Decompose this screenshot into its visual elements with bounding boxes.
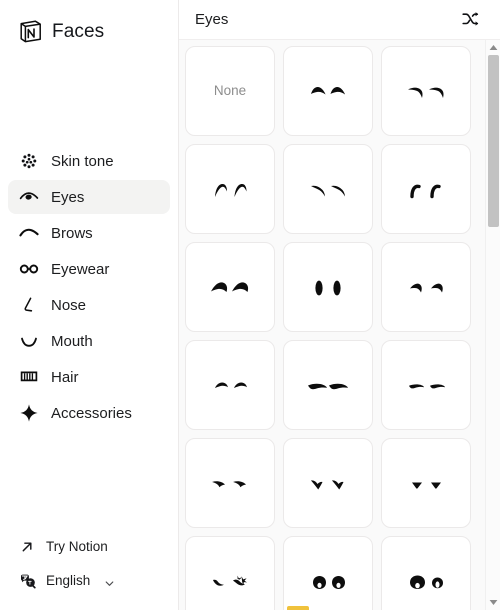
triangle-down-icon[interactable] [486, 595, 500, 610]
eye-icon [18, 186, 40, 208]
option-card-eyes-14[interactable] [381, 438, 471, 528]
sidebar-item-eyewear[interactable]: Eyewear [8, 252, 170, 286]
sidebar-item-label: Accessories [51, 404, 132, 422]
eyes-glyph [410, 184, 441, 199]
eyes-glyph [212, 481, 246, 488]
sidebar-item-label: Nose [51, 296, 87, 314]
option-label: None [213, 83, 247, 99]
language-label: English [46, 573, 91, 589]
triangle-up-icon[interactable] [486, 40, 500, 55]
options-grid: None [179, 40, 481, 610]
option-card-eyes-17[interactable] [381, 536, 471, 610]
vertical-scrollbar[interactable] [485, 40, 500, 610]
sidebar-footer: Try Notion English [0, 532, 178, 610]
option-card-eyes-11[interactable] [381, 340, 471, 430]
sidebar-item-accessories[interactable]: Accessories [8, 396, 170, 430]
mouth-smile-icon [18, 330, 40, 352]
options-scroll-area[interactable]: None [179, 40, 500, 610]
sidebar-item-skin-tone[interactable]: Skin tone [8, 144, 170, 178]
sidebar-item-label: Hair [51, 368, 79, 386]
eyes-glyph [412, 482, 441, 489]
option-card-eyes-13[interactable] [283, 438, 373, 528]
notion-logo-icon [18, 19, 43, 44]
eyes-glyph [311, 480, 344, 490]
eyes-glyph [408, 87, 444, 98]
sidebar-item-mouth[interactable]: Mouth [8, 324, 170, 358]
sidebar-item-nose[interactable]: Nose [8, 288, 170, 322]
option-card-eyes-08[interactable] [381, 242, 471, 332]
option-card-none[interactable]: None [185, 46, 275, 136]
option-card-eyes-05[interactable] [381, 144, 471, 234]
eyes-glyph [410, 575, 443, 589]
option-card-eyes-16[interactable] [283, 536, 373, 610]
eyes-glyph [311, 86, 345, 95]
option-card-eyes-03[interactable] [185, 144, 275, 234]
panel-title: Eyes [195, 11, 229, 28]
app-title: Faces [52, 20, 105, 42]
sidebar: Faces Skin tone Eyes Brows Eyewear Nose … [0, 0, 179, 610]
scrollbar-track[interactable] [486, 55, 500, 595]
arrow-up-right-icon [18, 538, 36, 556]
option-card-eyes-02[interactable] [381, 46, 471, 136]
sidebar-item-label: Brows [51, 224, 93, 242]
content-panel: Eyes None [179, 0, 500, 610]
option-card-eyes-06[interactable] [185, 242, 275, 332]
eyes-glyph [311, 185, 345, 197]
hair-comb-icon [18, 366, 40, 388]
eyes-glyph [308, 383, 348, 390]
option-card-eyes-07[interactable] [283, 242, 373, 332]
sidebar-item-label: Eyewear [51, 260, 110, 278]
option-card-eyes-10[interactable] [283, 340, 373, 430]
scrollbar-thumb[interactable] [487, 55, 499, 227]
eyes-glyph [315, 280, 341, 296]
eyes-glyph [211, 282, 249, 292]
option-card-eyes-04[interactable] [283, 144, 373, 234]
skin-tone-dots-icon [18, 150, 40, 172]
sidebar-item-label: Eyes [51, 188, 85, 206]
translate-icon [18, 572, 36, 590]
sidebar-item-hair[interactable]: Hair [8, 360, 170, 394]
eyes-glyph [409, 384, 445, 389]
sparkle-star-icon [18, 402, 40, 424]
chevron-down-icon[interactable] [104, 576, 115, 587]
shuffle-icon[interactable] [458, 8, 482, 32]
edge-sliver-yellow [287, 606, 309, 610]
eyes-glyph [215, 382, 247, 388]
app-root: Faces Skin tone Eyes Brows Eyewear Nose … [0, 0, 500, 610]
brow-arc-icon [18, 222, 40, 244]
eyes-glyph [313, 576, 345, 589]
option-card-eyes-09[interactable] [185, 340, 275, 430]
eyes-glyph [211, 575, 247, 586]
nose-icon [18, 294, 40, 316]
try-notion-link[interactable]: Try Notion [8, 532, 170, 562]
sidebar-item-label: Mouth [51, 332, 93, 350]
eyes-glyph [215, 184, 247, 197]
glasses-icon [18, 258, 40, 280]
option-card-eyes-01[interactable] [283, 46, 373, 136]
option-card-eyes-15[interactable] [185, 536, 275, 610]
panel-header: Eyes [179, 0, 500, 40]
sidebar-item-label: Skin tone [51, 152, 114, 170]
language-selector[interactable]: English [8, 566, 170, 596]
sidebar-item-brows[interactable]: Brows [8, 216, 170, 250]
brand-header: Faces [0, 0, 178, 48]
sidebar-nav: Skin tone Eyes Brows Eyewear Nose Mouth … [0, 144, 178, 430]
sidebar-item-eyes[interactable]: Eyes [8, 180, 170, 214]
option-card-eyes-12[interactable] [185, 438, 275, 528]
eyes-glyph [410, 283, 443, 293]
try-notion-label: Try Notion [46, 539, 108, 555]
